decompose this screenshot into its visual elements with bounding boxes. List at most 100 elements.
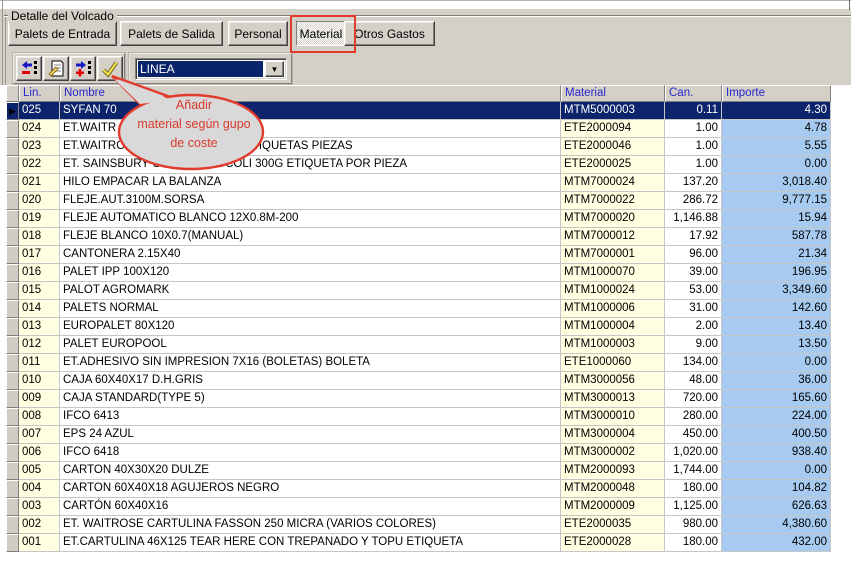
row-indicator-gutter[interactable] (6, 120, 19, 138)
cell-importe[interactable]: 4,380.60 (722, 516, 831, 534)
table-row[interactable]: 002ET. WAITROSE CARTULINA FASSON 250 MIC… (6, 516, 831, 534)
tab-palets-de-entrada[interactable]: Palets de Entrada (8, 21, 117, 46)
cell-nombre[interactable]: CARTON 40X30X20 DULZE (60, 462, 561, 480)
cell-nombre[interactable]: PALETS NORMAL (60, 300, 561, 318)
cell-lin[interactable]: 025 (19, 102, 60, 120)
cell-can[interactable]: 53.00 (665, 282, 722, 300)
row-indicator-gutter[interactable] (6, 354, 19, 372)
table-row[interactable]: 010CAJA 60X40X17 D.H.GRISMTM300005648.00… (6, 372, 831, 390)
tab-otros-gastos[interactable]: Otros Gastos (344, 21, 435, 46)
group-select-combobox[interactable]: LINEA ▼ (135, 58, 287, 80)
row-indicator-gutter[interactable] (6, 480, 19, 498)
cell-nombre[interactable]: PALOT AGROMARK (60, 282, 561, 300)
cell-nombre[interactable]: PALET EUROPOOL (60, 336, 561, 354)
cell-lin[interactable]: 014 (19, 300, 60, 318)
cell-can[interactable]: 96.00 (665, 246, 722, 264)
cell-importe[interactable]: 13.40 (722, 318, 831, 336)
edit-line-button[interactable] (43, 56, 69, 81)
row-indicator-gutter[interactable] (6, 210, 19, 228)
cell-material[interactable]: ETE2000094 (561, 120, 665, 138)
cell-importe[interactable]: 5.55 (722, 138, 831, 156)
cell-nombre[interactable]: IFCO 6413 (60, 408, 561, 426)
cell-lin[interactable]: 018 (19, 228, 60, 246)
row-indicator-gutter[interactable] (6, 408, 19, 426)
cell-lin[interactable]: 023 (19, 138, 60, 156)
cell-importe[interactable]: 13.50 (722, 336, 831, 354)
cell-nombre[interactable]: FLEJE AUTOMATICO BLANCO 12X0.8M-200 (60, 210, 561, 228)
cell-material[interactable]: MTM5000003 (561, 102, 665, 120)
cell-material[interactable]: ETE2000028 (561, 534, 665, 552)
cell-can[interactable]: 9.00 (665, 336, 722, 354)
cell-nombre[interactable]: CAJA STANDARD(TYPE 5) (60, 390, 561, 408)
cell-importe[interactable]: 196.95 (722, 264, 831, 282)
row-indicator-gutter[interactable] (6, 318, 19, 336)
row-indicator-gutter[interactable] (6, 336, 19, 354)
row-indicator-gutter[interactable] (6, 300, 19, 318)
cell-can[interactable]: 180.00 (665, 480, 722, 498)
cell-can[interactable]: 1,125.00 (665, 498, 722, 516)
cell-material[interactable]: MTM1000004 (561, 318, 665, 336)
table-row[interactable]: 012PALET EUROPOOLMTM10000039.0013.50 (6, 336, 831, 354)
cell-nombre[interactable]: FLEJE.AUT.3100M.SORSA (60, 192, 561, 210)
row-indicator-gutter[interactable] (6, 516, 19, 534)
cell-material[interactable]: MTM7000022 (561, 192, 665, 210)
cell-importe[interactable]: 104.82 (722, 480, 831, 498)
cell-nombre[interactable]: CAJA 60X40X17 D.H.GRIS (60, 372, 561, 390)
row-indicator-gutter[interactable] (6, 156, 19, 174)
cell-material[interactable]: MTM7000020 (561, 210, 665, 228)
cell-material[interactable]: MTM1000003 (561, 336, 665, 354)
row-indicator-gutter[interactable] (6, 444, 19, 462)
cell-lin[interactable]: 008 (19, 408, 60, 426)
cell-material[interactable]: MTM7000001 (561, 246, 665, 264)
cell-lin[interactable]: 002 (19, 516, 60, 534)
cell-nombre[interactable]: IFCO 6418 (60, 444, 561, 462)
cell-can[interactable]: 17.92 (665, 228, 722, 246)
table-row[interactable]: 008IFCO 6413MTM3000010280.00224.00 (6, 408, 831, 426)
table-row[interactable]: 007EPS 24 AZULMTM3000004450.00400.50 (6, 426, 831, 444)
row-indicator-gutter[interactable] (6, 462, 19, 480)
row-indicator-gutter[interactable] (6, 228, 19, 246)
table-row[interactable]: 015PALOT AGROMARKMTM100002453.003,349.60 (6, 282, 831, 300)
column-header-importe[interactable]: Importe (722, 85, 831, 102)
row-indicator-gutter[interactable] (6, 246, 19, 264)
row-indicator-gutter[interactable] (6, 534, 19, 552)
table-row[interactable]: 018FLEJE BLANCO 10X0.7(MANUAL)MTM7000012… (6, 228, 831, 246)
cell-material[interactable]: MTM3000056 (561, 372, 665, 390)
cell-importe[interactable]: 21.34 (722, 246, 831, 264)
cell-material[interactable]: ETE2000046 (561, 138, 665, 156)
add-line-button[interactable] (70, 56, 96, 81)
cell-nombre[interactable]: CARTÓN 60X40X16 (60, 498, 561, 516)
cell-can[interactable]: 980.00 (665, 516, 722, 534)
cell-can[interactable]: 39.00 (665, 264, 722, 282)
cell-lin[interactable]: 020 (19, 192, 60, 210)
tab-personal[interactable]: Personal (228, 21, 288, 46)
cell-can[interactable]: 1.00 (665, 120, 722, 138)
table-row[interactable]: 024ET.WAITRETE20000941.004.78 (6, 120, 831, 138)
cell-importe[interactable]: 0.00 (722, 354, 831, 372)
cell-nombre[interactable]: EUROPALET 80X120 (60, 318, 561, 336)
cell-nombre[interactable]: CANTONERA 2.15X40 (60, 246, 561, 264)
cell-lin[interactable]: 017 (19, 246, 60, 264)
cell-importe[interactable]: 4.30 (722, 102, 831, 120)
table-row[interactable]: 005CARTON 40X30X20 DULZEMTM20000931,744.… (6, 462, 831, 480)
cell-lin[interactable]: 003 (19, 498, 60, 516)
cell-importe[interactable]: 36.00 (722, 372, 831, 390)
cell-nombre[interactable]: ET.CARTULINA 46X125 TEAR HERE CON TREPAN… (60, 534, 561, 552)
cell-importe[interactable]: 432.00 (722, 534, 831, 552)
cell-material[interactable]: ETE2000025 (561, 156, 665, 174)
remove-line-button[interactable] (16, 56, 42, 81)
cell-material[interactable]: MTM2000009 (561, 498, 665, 516)
table-row[interactable]: 014PALETS NORMALMTM100000631.00142.60 (6, 300, 831, 318)
cell-importe[interactable]: 3,349.60 (722, 282, 831, 300)
cell-importe[interactable]: 3,018.40 (722, 174, 831, 192)
cell-lin[interactable]: 012 (19, 336, 60, 354)
table-row[interactable]: 021HILO EMPACAR LA BALANZAMTM7000024137.… (6, 174, 831, 192)
table-row[interactable]: 003CARTÓN 60X40X16MTM20000091,125.00626.… (6, 498, 831, 516)
cell-importe[interactable]: 165.60 (722, 390, 831, 408)
cell-nombre[interactable]: ET. SAINSBURY´S 60X60 BROCOLI 300G ETIQU… (60, 156, 561, 174)
cell-lin[interactable]: 005 (19, 462, 60, 480)
row-indicator-gutter[interactable] (6, 138, 19, 156)
cell-material[interactable]: ETE2000035 (561, 516, 665, 534)
row-indicator-gutter[interactable]: ▶ (6, 102, 19, 120)
cell-can[interactable]: 1.00 (665, 138, 722, 156)
